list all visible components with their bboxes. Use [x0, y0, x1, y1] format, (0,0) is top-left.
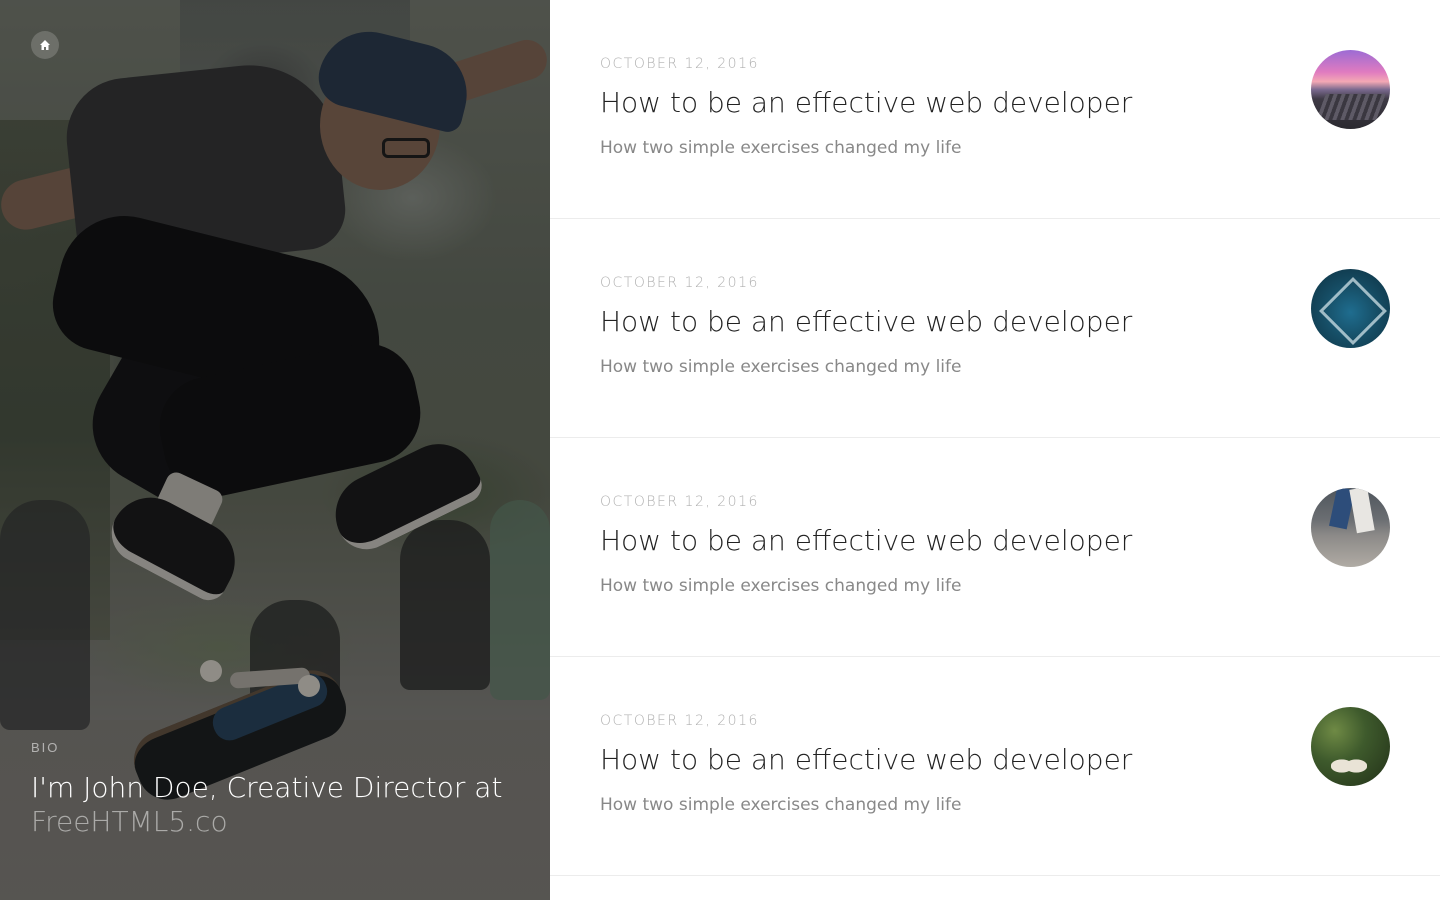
article-subtitle: How two simple exercises changed my life [600, 576, 962, 596]
bio-company-link[interactable]: FreeHTML5.co [31, 805, 228, 838]
home-icon [40, 40, 50, 50]
article-item[interactable]: OCTOBER 12, 2016 How to be an effective … [550, 219, 1440, 438]
article-thumbnail[interactable] [1311, 488, 1390, 567]
article-date: OCTOBER 12, 2016 [600, 56, 759, 72]
article-thumbnail[interactable] [1311, 269, 1390, 348]
article-item[interactable]: OCTOBER 12, 2016 How to be an effective … [550, 0, 1440, 219]
bio-text: I'm John Doe, Creative Director at FreeH… [31, 771, 531, 839]
article-item[interactable]: OCTOBER 12, 2016 How to be an effective … [550, 438, 1440, 657]
bio-text-prefix: I'm John Doe, Creative Director at [31, 771, 503, 804]
article-title[interactable]: How to be an effective web developer [600, 86, 1132, 119]
article-title[interactable]: How to be an effective web developer [600, 524, 1132, 557]
article-thumbnail[interactable] [1311, 707, 1390, 786]
article-title[interactable]: How to be an effective web developer [600, 743, 1132, 776]
article-title[interactable]: How to be an effective web developer [600, 305, 1132, 338]
article-subtitle: How two simple exercises changed my life [600, 795, 962, 815]
bio-section: BIO I'm John Doe, Creative Director at F… [31, 740, 531, 839]
article-date: OCTOBER 12, 2016 [600, 713, 759, 729]
article-thumbnail[interactable] [1311, 50, 1390, 129]
home-button[interactable] [31, 31, 59, 59]
article-item[interactable]: OCTOBER 12, 2016 How to be an effective … [550, 657, 1440, 876]
hero-panel: BIO I'm John Doe, Creative Director at F… [0, 0, 550, 900]
article-date: OCTOBER 12, 2016 [600, 494, 759, 510]
bio-label: BIO [31, 740, 60, 755]
article-list: OCTOBER 12, 2016 How to be an effective … [550, 0, 1440, 900]
article-subtitle: How two simple exercises changed my life [600, 138, 962, 158]
article-date: OCTOBER 12, 2016 [600, 275, 759, 291]
article-subtitle: How two simple exercises changed my life [600, 357, 962, 377]
